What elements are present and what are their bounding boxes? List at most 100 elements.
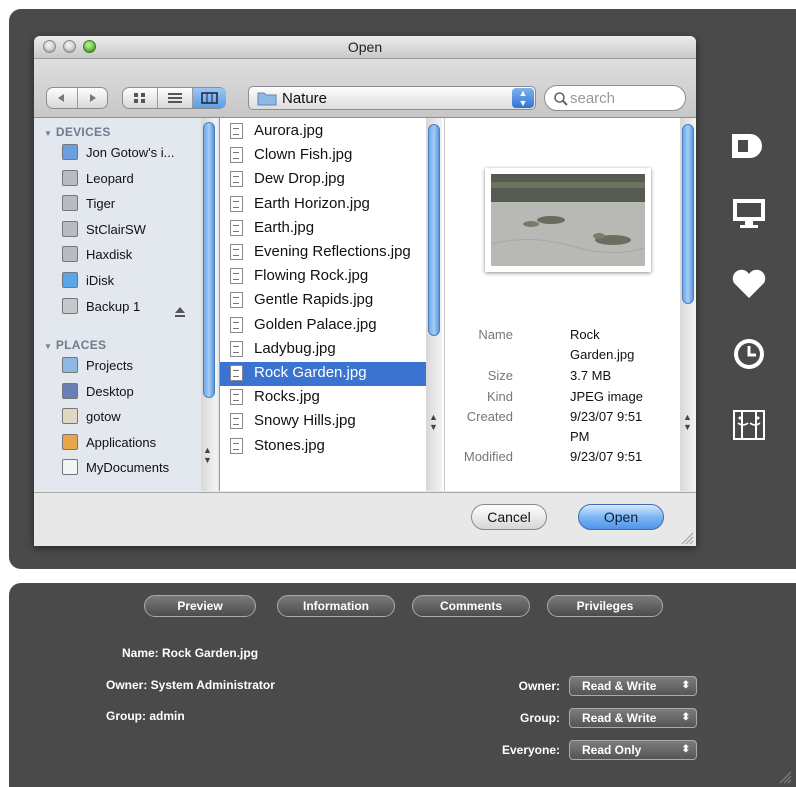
sidebar-scroll-thumb[interactable] (203, 122, 215, 398)
idisk-icon (62, 272, 78, 288)
hard-disk-icon (62, 220, 78, 237)
perm-owner-select[interactable]: Read & Write ⬍ (569, 676, 697, 696)
created-meta-value-2: PM (570, 429, 590, 444)
sidebar-item-applications[interactable]: Applications (34, 430, 200, 455)
location-label: Nature (282, 90, 328, 107)
size-meta-label: Size (487, 368, 513, 383)
file-column-scrollbar[interactable]: ▲ ▼ (426, 118, 442, 491)
file-row[interactable]: Rock Garden.jpg (220, 362, 442, 386)
sidebar-scroll-arrows-icon[interactable]: ▲ ▼ (203, 445, 212, 465)
sidebar-item-haxdisk[interactable]: Haxdisk (34, 242, 200, 267)
finder-icon[interactable] (728, 405, 770, 443)
name-meta-label: Name (478, 327, 513, 342)
file-row[interactable]: Earth Horizon.jpg (220, 193, 442, 217)
preview-scroll-thumb[interactable] (682, 124, 694, 304)
list-view-button[interactable] (158, 88, 192, 108)
file-row[interactable]: Clown Fish.jpg (220, 144, 442, 168)
file-row[interactable]: Flowing Rock.jpg (220, 265, 442, 289)
sidebar-item-jon-gotow-s-i[interactable]: Jon Gotow's i... (34, 140, 200, 165)
sidebar-item-label: Leopard (86, 170, 134, 186)
file-name: Ladybug.jpg (254, 339, 336, 357)
resize-grip-icon[interactable] (778, 770, 792, 784)
clock-icon[interactable] (728, 335, 770, 373)
file-row[interactable]: Golden Palace.jpg (220, 314, 442, 338)
tab-privileges[interactable]: Privileges (547, 595, 663, 617)
kind-meta-label: Kind (486, 389, 513, 404)
home-icon (62, 408, 78, 425)
sidebar-item-mydocuments[interactable]: MyDocuments (34, 455, 200, 480)
cancel-button[interactable]: Cancel (471, 504, 547, 530)
search-placeholder: search (570, 90, 616, 107)
open-button[interactable]: Open (578, 504, 664, 530)
places-header: ▼ PLACES (44, 338, 107, 352)
file-row[interactable]: Stones.jpg (220, 435, 442, 459)
file-name: Earth Horizon.jpg (254, 194, 370, 212)
file-row[interactable]: Aurora.jpg (220, 120, 442, 144)
icon-view-button[interactable] (123, 88, 157, 108)
file-name: Earth.jpg (254, 218, 315, 236)
file-row[interactable]: Gentle Rapids.jpg (220, 289, 442, 313)
file-row[interactable]: Evening Reflections.jpg (220, 241, 442, 265)
sidebar-item-leopard[interactable]: Leopard (34, 166, 200, 191)
eject-icon[interactable] (174, 306, 186, 318)
tab-information[interactable]: Information (277, 595, 395, 617)
title-bar[interactable]: Open (34, 36, 696, 59)
preview-scroll-arrows-icon[interactable]: ▲ ▼ (683, 412, 692, 432)
tab-comments[interactable]: Comments (412, 595, 530, 617)
sidebar-item-label: Tiger (86, 196, 116, 212)
column-view-icon (201, 92, 218, 104)
perm-everyone-label: Everyone: (501, 743, 560, 757)
perm-group-select[interactable]: Read & Write ⬍ (569, 708, 697, 728)
file-name: Rock Garden.jpg (254, 364, 367, 381)
back-arrow-icon (58, 94, 64, 102)
sidebar-scrollbar[interactable]: ▲ ▼ (201, 118, 217, 491)
info-owner: Owner: System Administrator (106, 678, 275, 692)
file-name: Rocks.jpg (254, 388, 320, 406)
file-row[interactable]: Rocks.jpg (220, 386, 442, 410)
select-arrows-icon: ⬍ (681, 680, 690, 691)
sidebar-item-projects[interactable]: Projects (34, 353, 200, 378)
column-view-button[interactable] (193, 88, 226, 108)
popup-arrows-icon: ▲ ▼ (512, 88, 534, 108)
file-row[interactable]: Earth.jpg (220, 217, 442, 241)
location-popup[interactable]: Nature ▲ ▼ (248, 86, 536, 110)
search-icon (554, 92, 568, 106)
folder-icon (257, 92, 277, 106)
file-name: Golden Palace.jpg (254, 315, 377, 333)
forward-arrow-icon (90, 94, 96, 102)
sidebar-item-gotow[interactable]: gotow (34, 404, 200, 429)
sidebar-item-tiger[interactable]: Tiger (34, 191, 200, 216)
preview-scrollbar[interactable]: ▲ ▼ (680, 118, 696, 491)
resize-grip-icon[interactable] (680, 531, 694, 545)
sidebar-item-desktop[interactable]: Desktop (34, 379, 200, 404)
perm-everyone-select[interactable]: Read Only ⬍ (569, 740, 697, 760)
heart-icon[interactable] (728, 265, 770, 303)
sidebar-item-idisk[interactable]: iDisk (34, 268, 200, 293)
document-icon (62, 459, 78, 476)
jpeg-file-icon (230, 389, 243, 406)
sidebar-item-label: Applications (86, 434, 157, 450)
info-group: Group: admin (106, 709, 185, 723)
desktop-icon (62, 382, 78, 399)
back-button[interactable] (47, 88, 77, 108)
tab-preview[interactable]: Preview (144, 595, 256, 617)
forward-button[interactable] (78, 88, 108, 108)
document-drawer-icon[interactable] (728, 126, 770, 164)
file-column-scroll-arrows-icon[interactable]: ▲ ▼ (429, 412, 438, 432)
jpeg-file-icon (230, 340, 243, 357)
icon-view-icon (134, 93, 145, 103)
file-row[interactable]: Dew Drop.jpg (220, 168, 442, 192)
sidebar-item-stclairsw[interactable]: StClairSW (34, 217, 200, 242)
monitor-icon[interactable] (728, 195, 770, 233)
file-row[interactable]: Ladybug.jpg (220, 338, 442, 362)
jpeg-file-icon (230, 244, 243, 260)
file-row[interactable]: Snowy Hills.jpg (220, 410, 442, 434)
created-meta-value-1: 9/23/07 9:51 (570, 409, 643, 424)
sidebar-item-label: Backup 1 (86, 298, 141, 314)
file-column: Aurora.jpg Clown Fish.jpg Dew Drop.jpg Eart… (220, 118, 445, 491)
search-field[interactable]: search (544, 85, 686, 111)
file-column-scroll-thumb[interactable] (428, 124, 440, 336)
computer-icon (62, 144, 78, 160)
sidebar-item-label: Desktop (86, 383, 134, 399)
rock-garden-image (491, 174, 645, 266)
